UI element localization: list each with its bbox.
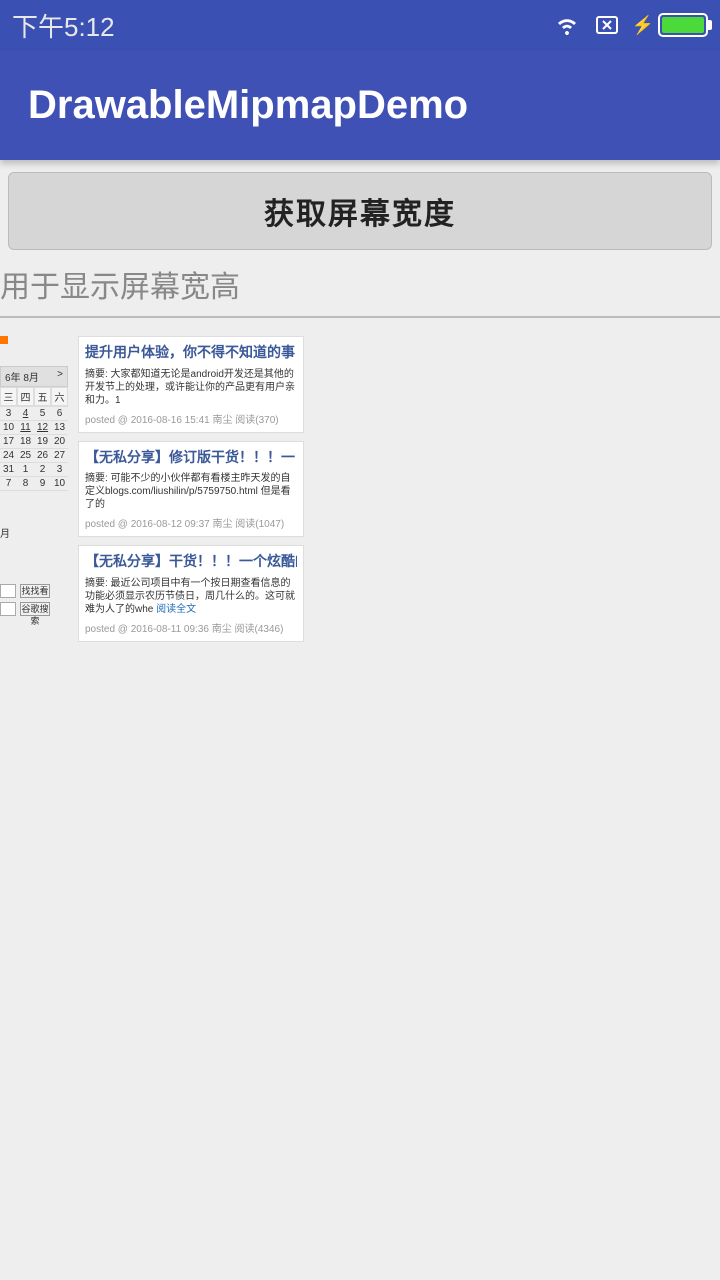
post-meta: posted @ 2016-08-11 09:36 南尘 阅读(4346) [85, 620, 297, 635]
weekday: 四 [17, 387, 34, 406]
post-meta: posted @ 2016-08-12 09:37 南尘 阅读(1047) [85, 515, 297, 530]
post-summary: 摘要: 最近公司项目中有一个按日期查看信息的功能必须显示农历节债日，周几什么的。… [85, 577, 297, 616]
x-box-icon [592, 13, 622, 37]
calendar-row: 10 11 12 13 [0, 421, 68, 435]
rss-icon[interactable] [0, 336, 8, 344]
calendar-day[interactable]: 8 [17, 477, 34, 490]
calendar-day[interactable]: 1 [17, 463, 34, 476]
calendar-day[interactable]: 24 [0, 449, 17, 462]
calendar-row: 3 4 5 6 [0, 407, 68, 421]
post-summary: 摘要: 可能不少的小伙伴都有看楼主昨天发的自定义blogs.com/liushi… [85, 472, 297, 511]
calendar-day[interactable]: 10 [0, 421, 17, 434]
app-bar: DrawableMipmapDemo [0, 50, 720, 160]
calendar-row: 24 25 26 27 [0, 449, 68, 463]
post-meta: posted @ 2016-08-16 15:41 南尘 阅读(370) [85, 411, 297, 426]
calendar-day[interactable]: 6 [51, 407, 68, 420]
post-title[interactable]: 提升用户体验，你不得不知道的事 [85, 343, 297, 363]
post-title[interactable]: 【无私分享】修订版干货！！！一 [85, 448, 297, 468]
calendar-title: 6年 8月 [5, 369, 39, 384]
sidebar: 6年 8月 > 三 四 五 六 3 4 5 6 10 11 12 13 17 1… [0, 336, 68, 650]
get-screen-width-button[interactable]: 获取屏幕宽度 [8, 172, 712, 250]
post-item[interactable]: 【无私分享】干货！！！一个炫酷的 摘要: 最近公司项目中有一个按日期查看信息的功… [78, 545, 304, 642]
weekday: 六 [51, 387, 68, 406]
calendar-day[interactable]: 3 [51, 463, 68, 476]
calendar-day[interactable]: 13 [51, 421, 68, 434]
calendar-day[interactable]: 5 [34, 407, 51, 420]
calendar-row: 31 1 2 3 [0, 463, 68, 477]
calendar-day[interactable]: 17 [0, 435, 17, 448]
content-area: 6年 8月 > 三 四 五 六 3 4 5 6 10 11 12 13 17 1… [0, 318, 720, 650]
status-icons: ⚡ [552, 13, 708, 37]
google-search-button[interactable]: 谷歌搜索 [20, 602, 50, 616]
search-input-2[interactable] [0, 602, 16, 616]
calendar-day[interactable]: 9 [34, 477, 51, 490]
app-title: DrawableMipmapDemo [28, 83, 468, 128]
calendar-week-header: 三 四 五 六 [0, 387, 68, 407]
calendar-day[interactable]: 26 [34, 449, 51, 462]
posts-list: 提升用户体验，你不得不知道的事 摘要: 大家都知道无论是android开发还是其… [78, 336, 304, 650]
wifi-icon [552, 13, 582, 37]
search-row-2: 谷歌搜索 [0, 602, 68, 616]
calendar-day[interactable]: 4 [17, 407, 34, 420]
post-summary: 摘要: 大家都知道无论是android开发还是其他的开发节上的处理，或许能让你的… [85, 368, 297, 407]
battery-indicator: ⚡ [632, 13, 708, 37]
calendar-day[interactable]: 27 [51, 449, 68, 462]
calendar-day[interactable]: 12 [34, 421, 51, 434]
calendar-day[interactable]: 2 [34, 463, 51, 476]
calendar-row: 17 18 19 20 [0, 435, 68, 449]
post-title[interactable]: 【无私分享】干货！！！一个炫酷的 [85, 552, 297, 572]
calendar-day[interactable]: 10 [51, 477, 68, 490]
weekday: 五 [34, 387, 51, 406]
search-row-1: 找找看 [0, 584, 68, 598]
search-button[interactable]: 找找看 [20, 584, 50, 598]
calendar-day[interactable]: 18 [17, 435, 34, 448]
sidebar-month-label: 月 [0, 521, 68, 544]
post-item[interactable]: 【无私分享】修订版干货！！！一 摘要: 可能不少的小伙伴都有看楼主昨天发的自定义… [78, 441, 304, 538]
calendar-day[interactable]: 11 [17, 421, 34, 434]
calendar-next[interactable]: > [57, 369, 63, 384]
search-input-1[interactable] [0, 584, 16, 598]
calendar-day[interactable]: 20 [51, 435, 68, 448]
calendar-row: 7 8 9 10 [0, 477, 68, 491]
status-time: 下午5:12 [12, 7, 115, 44]
calendar-day[interactable]: 19 [34, 435, 51, 448]
weekday: 三 [0, 387, 17, 406]
screen-dimensions-label: 用于显示屏幕宽高 [0, 258, 720, 318]
calendar-day[interactable]: 31 [0, 463, 17, 476]
post-item[interactable]: 提升用户体验，你不得不知道的事 摘要: 大家都知道无论是android开发还是其… [78, 336, 304, 433]
calendar-header: 6年 8月 > [0, 366, 68, 387]
charging-icon: ⚡ [632, 15, 654, 36]
read-more-link[interactable]: 阅读全文 [156, 604, 196, 615]
status-bar: 下午5:12 ⚡ [0, 0, 720, 50]
calendar-day[interactable]: 25 [17, 449, 34, 462]
calendar-day[interactable]: 3 [0, 407, 17, 420]
calendar-day[interactable]: 7 [0, 477, 17, 490]
